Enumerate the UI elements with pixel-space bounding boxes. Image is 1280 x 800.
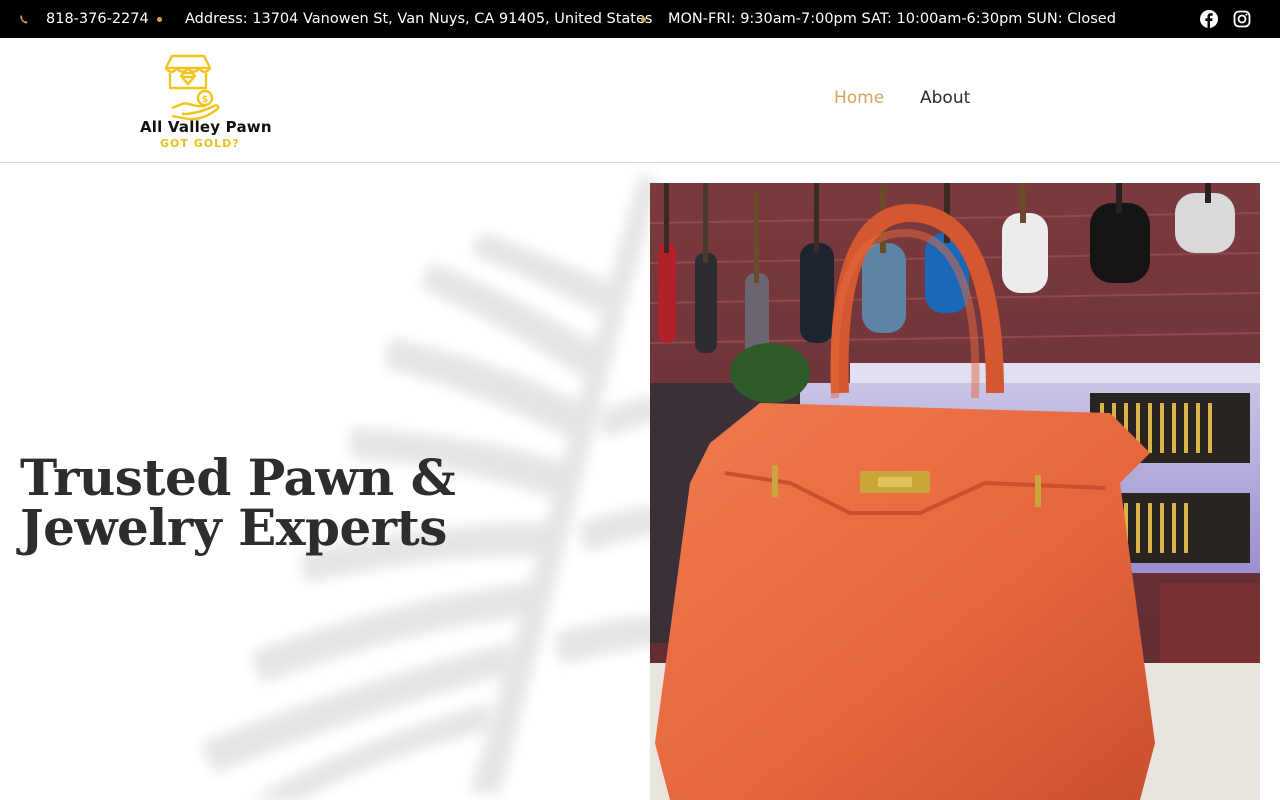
- address-text: Address: 13704 Vanowen St, Van Nuys, CA …: [185, 11, 653, 27]
- hero-handbag-image: [650, 183, 1260, 800]
- hero-headline: Trusted Pawn & Jewelry Experts: [20, 448, 456, 557]
- hero-section: Trusted Pawn & Jewelry Experts: [0, 163, 1280, 800]
- hero-headline-line-1: Trusted Pawn &: [20, 448, 456, 507]
- svg-text:$: $: [202, 95, 208, 105]
- hours-text: MON-FRI: 9:30am-7:00pm SAT: 10:00am-6:30…: [668, 11, 1116, 27]
- instagram-icon[interactable]: [1232, 9, 1252, 29]
- phone-icon: [20, 15, 28, 24]
- site-header: $ All Valley Pawn GOT GOLD? Home About: [0, 38, 1280, 163]
- hero-headline-line-2: Jewelry Experts: [20, 498, 447, 557]
- logo-title[interactable]: All Valley Pawn: [140, 118, 272, 136]
- nav-about-link[interactable]: About: [920, 88, 970, 108]
- separator-dot: [641, 17, 646, 22]
- top-info-bar: 818-376-2274 Address: 13704 Vanowen St, …: [0, 0, 1280, 38]
- separator-dot: [157, 17, 162, 22]
- phone-number[interactable]: 818-376-2274: [46, 0, 149, 38]
- facebook-icon[interactable]: [1199, 9, 1219, 29]
- logo-tagline: GOT GOLD?: [160, 137, 240, 150]
- nav-home-link[interactable]: Home: [834, 88, 884, 108]
